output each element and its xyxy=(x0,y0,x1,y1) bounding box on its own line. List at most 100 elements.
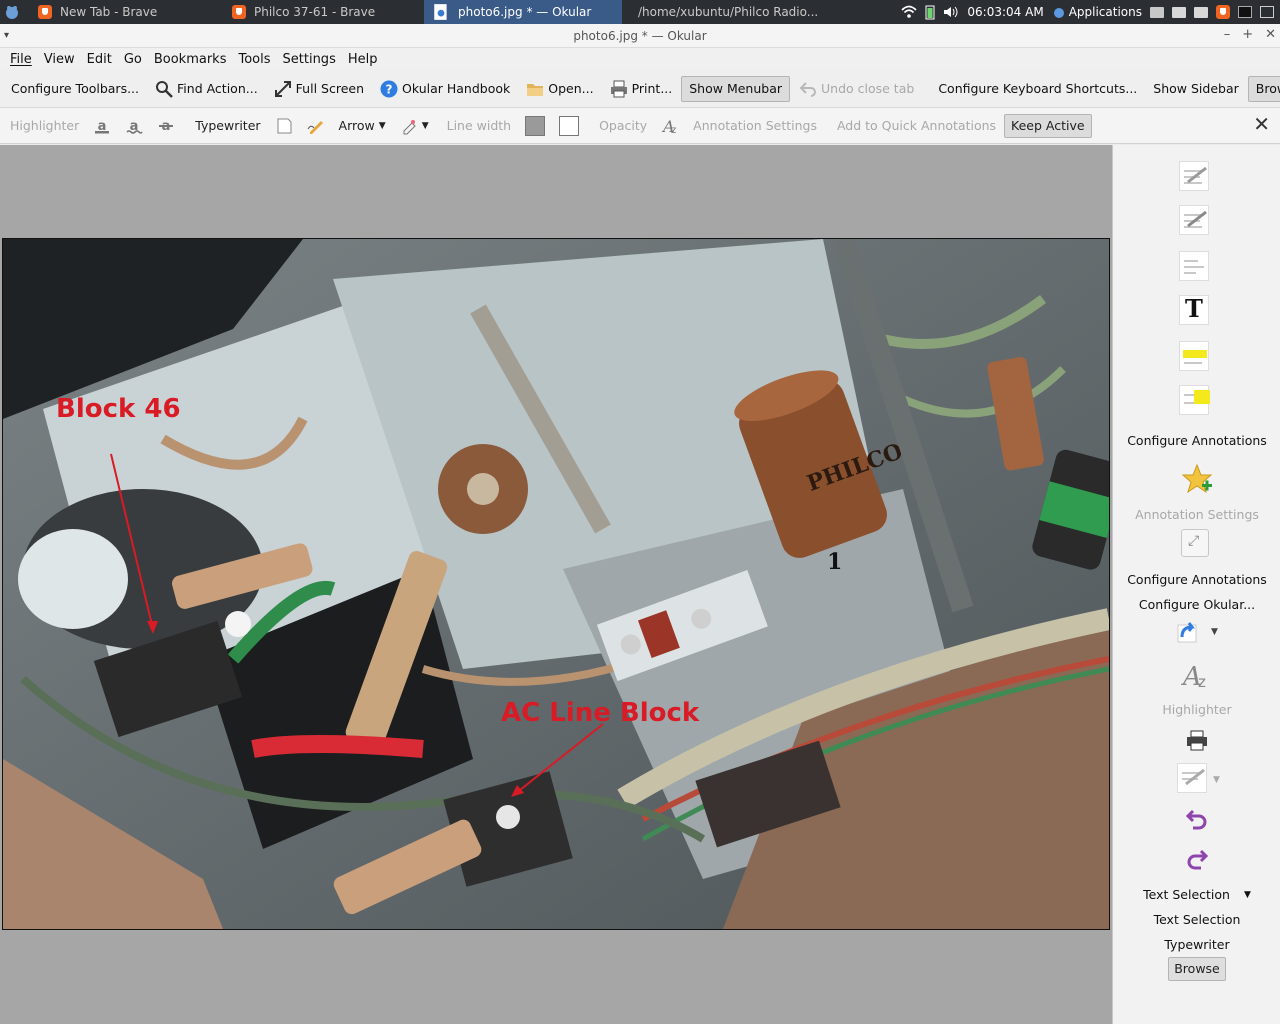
stamp-tool-button[interactable] xyxy=(1185,729,1219,763)
configure-annotations-button[interactable]: ⤢ xyxy=(1181,529,1215,563)
folder-icon[interactable] xyxy=(1194,6,1208,18)
highlighter-tool[interactable]: Highlighter xyxy=(4,114,85,138)
svg-text:z: z xyxy=(1198,673,1206,691)
button-label: Show Menubar xyxy=(689,81,783,96)
star-add-icon xyxy=(1181,463,1213,494)
stamp-icon xyxy=(403,119,416,134)
screenshot-icon[interactable] xyxy=(1150,6,1164,18)
menu-help[interactable]: Help xyxy=(342,52,384,67)
note-tool[interactable] xyxy=(269,114,299,138)
terminal-icon[interactable] xyxy=(1238,6,1252,18)
typewriter-tool[interactable]: Typewriter xyxy=(189,114,266,138)
quick-annotation-2[interactable] xyxy=(1179,205,1213,239)
menu-file[interactable]: File xyxy=(4,52,38,67)
top-panel: New Tab - Brave Philco 37-61 - Brave pho… xyxy=(0,0,1280,24)
document-view[interactable]: PHILCO 1 Block 46 AC Line Block xyxy=(0,145,1112,1024)
redo-arrow-icon xyxy=(1177,622,1197,643)
file-manager-icon[interactable] xyxy=(1172,6,1186,18)
task-file-manager[interactable]: /home/xubuntu/Philco Radio... xyxy=(622,0,820,24)
show-desktop-icon[interactable] xyxy=(1260,6,1274,18)
full-screen-button[interactable]: Full Screen xyxy=(267,76,371,102)
configure-annotations-label[interactable]: Configure Annotations xyxy=(1113,433,1280,448)
chevron-down-icon: ▼ xyxy=(1211,627,1218,637)
clock[interactable]: 06:03:04 AM xyxy=(967,5,1043,19)
menu-tools[interactable]: Tools xyxy=(232,52,276,67)
stamp-tool-dropdown[interactable]: ▼ xyxy=(394,114,435,138)
whisker-menu-icon[interactable] xyxy=(0,0,24,24)
squiggly-tool[interactable]: a xyxy=(119,114,149,138)
annotation-1-icon xyxy=(1179,161,1209,191)
annotation-settings-button[interactable]: Annotation Settings xyxy=(687,114,823,138)
close-icon[interactable]: ✕ xyxy=(1265,27,1276,42)
chevron-down-icon: ▼ xyxy=(1213,775,1220,785)
line-color-button[interactable] xyxy=(519,114,551,138)
keep-active-button[interactable]: Keep Active xyxy=(1004,113,1092,138)
wifi-icon[interactable] xyxy=(901,5,917,19)
add-quick-annotations-button[interactable]: Add to Quick Annotations xyxy=(831,114,1002,138)
underline-tool[interactable]: a xyxy=(87,114,117,138)
menu-settings[interactable]: Settings xyxy=(277,52,342,67)
menu-edit[interactable]: Edit xyxy=(81,52,118,67)
menu-bookmarks[interactable]: Bookmarks xyxy=(148,52,233,67)
quick-annotation-3[interactable] xyxy=(1179,251,1213,285)
opacity-control[interactable]: Opacity xyxy=(593,114,653,138)
task-philco[interactable]: Philco 37-61 - Brave xyxy=(224,0,424,24)
show-sidebar-button[interactable]: Show Sidebar xyxy=(1146,76,1245,102)
show-menubar-button[interactable]: Show Menubar xyxy=(681,75,791,102)
pen-dropdown-button[interactable]: ▼ xyxy=(1177,763,1221,797)
quick-annotation-typewriter[interactable]: T xyxy=(1179,294,1213,329)
quick-annotation-highlight-note[interactable] xyxy=(1179,341,1213,375)
strikeout-tool[interactable]: a xyxy=(151,114,181,138)
menu-go[interactable]: Go xyxy=(118,52,148,67)
browse-button[interactable]: Browse xyxy=(1247,75,1280,102)
typewriter-label[interactable]: Typewriter xyxy=(1113,937,1280,952)
configure-shortcuts-button[interactable]: Configure Keyboard Shortcuts... xyxy=(931,76,1144,102)
arrow-tool-dropdown[interactable]: Arrow ▼ xyxy=(333,114,392,138)
font-tool-button[interactable]: Az xyxy=(1181,661,1215,695)
tool-label: Highlighter xyxy=(10,118,80,133)
menu-view[interactable]: View xyxy=(38,52,81,67)
undo-close-tab-button[interactable]: Undo close tab xyxy=(792,76,921,102)
undo-icon xyxy=(1185,809,1207,830)
freehand-tool[interactable] xyxy=(301,114,331,138)
task-okular[interactable]: photo6.jpg * — Okular xyxy=(424,0,622,24)
configure-okular-label[interactable]: Configure Okular... xyxy=(1113,597,1280,612)
annotation-settings-star-button[interactable] xyxy=(1181,463,1215,497)
battery-icon[interactable] xyxy=(925,4,935,20)
brave-icon[interactable] xyxy=(1216,5,1230,19)
text-selection-label[interactable]: Text Selection xyxy=(1113,912,1280,927)
window-titlebar[interactable]: ▾ photo6.jpg * — Okular – + ✕ xyxy=(0,24,1280,48)
open-button[interactable]: Open... xyxy=(519,76,600,102)
quick-annotation-sticky-note[interactable] xyxy=(1179,385,1213,419)
undo-icon xyxy=(799,81,816,97)
redirect-dropdown-button[interactable]: ▼ xyxy=(1177,619,1221,653)
chevron-down-icon: ▼ xyxy=(378,120,386,131)
annotation-settings-label[interactable]: Annotation Settings xyxy=(1113,507,1280,522)
undo-button[interactable] xyxy=(1185,807,1219,841)
configure-annotations-label-2[interactable]: Configure Annotations xyxy=(1113,572,1280,587)
close-annotation-bar-icon[interactable]: ✕ xyxy=(1253,114,1270,134)
window-menu-icon[interactable]: ▾ xyxy=(4,30,9,41)
maximize-icon[interactable]: + xyxy=(1242,27,1253,42)
volume-icon[interactable] xyxy=(943,5,959,19)
button-label: Open... xyxy=(548,81,594,96)
svg-text:?: ? xyxy=(386,82,393,96)
underline-icon: a xyxy=(95,119,110,134)
browse-sidebar-button[interactable]: Browse xyxy=(1168,957,1226,981)
typewriter-icon: T xyxy=(1179,294,1209,325)
line-width-control[interactable]: Line width xyxy=(441,114,517,138)
task-new-tab[interactable]: New Tab - Brave xyxy=(24,0,224,24)
okular-handbook-button[interactable]: ? Okular Handbook xyxy=(373,76,517,102)
font-button[interactable]: Az xyxy=(655,114,685,138)
redo-button[interactable] xyxy=(1185,847,1219,881)
print-button[interactable]: Print... xyxy=(603,76,680,102)
line-color-swatch xyxy=(525,115,546,136)
text-selection-dropdown[interactable]: Text Selection ▼ xyxy=(1113,887,1280,902)
find-action-button[interactable]: Find Action... xyxy=(148,76,265,102)
quick-annotation-1[interactable] xyxy=(1179,161,1213,195)
highlighter-label[interactable]: Highlighter xyxy=(1113,702,1280,717)
minimize-icon[interactable]: – xyxy=(1224,27,1231,42)
fill-color-button[interactable] xyxy=(553,114,585,138)
applications-menu[interactable]: Applications xyxy=(1052,5,1142,19)
configure-toolbars-button[interactable]: Configure Toolbars... xyxy=(4,76,146,102)
